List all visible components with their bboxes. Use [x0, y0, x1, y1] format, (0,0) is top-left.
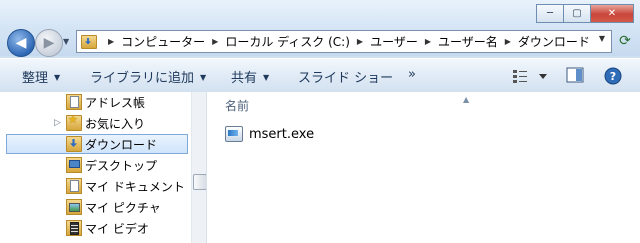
tree-item-pictures[interactable]: マイ ピクチャ: [0, 197, 191, 217]
tree-item-videos[interactable]: マイ ビデオ: [0, 218, 191, 238]
view-options-button[interactable]: [512, 69, 552, 86]
column-header-label: 名前: [225, 99, 250, 113]
tree-item-desktop[interactable]: デスクトップ: [0, 155, 191, 175]
tree-item-label: デスクトップ: [85, 158, 158, 173]
refresh-icon: ⟳: [619, 32, 631, 49]
breadcrumb-username[interactable]: ユーザー名: [438, 33, 498, 50]
scrollbar-thumb[interactable]: [193, 174, 207, 190]
tree-item-label: マイ ピクチャ: [85, 200, 161, 215]
breadcrumb-downloads[interactable]: ダウンロード: [518, 33, 590, 50]
refresh-button[interactable]: ⟳: [614, 30, 636, 51]
desktop-folder-icon: [66, 157, 82, 173]
tree-item-documents[interactable]: マイ ドキュメント: [0, 176, 191, 196]
address-book-icon: [66, 94, 82, 110]
file-list: 名前 ▲ msert.exe: [207, 92, 640, 243]
pictures-folder-icon: [66, 199, 82, 215]
exe-file-icon: [225, 126, 243, 142]
breadcrumb-local-disk[interactable]: ローカル ディスク (C:): [225, 33, 350, 50]
tree-item-favorites[interactable]: ▷ お気に入り: [0, 113, 191, 133]
documents-folder-icon: [66, 178, 82, 194]
favorites-icon: [66, 113, 82, 131]
view-list-icon: [513, 70, 547, 83]
file-name: msert.exe: [249, 126, 315, 142]
preview-pane-icon: [566, 67, 584, 83]
window-controls: ─ ▢ ✕: [536, 4, 634, 23]
address-dropdown-icon[interactable]: ▼: [599, 34, 605, 43]
tree-item-address-book[interactable]: アドレス帳: [0, 92, 191, 112]
explorer-window: ─ ▢ ✕ ◀ ▶ ▼ ▶ コンピューター ▶ ローカル ディスク (C:) ▶…: [0, 0, 640, 243]
slideshow-label: スライド ショー: [298, 71, 394, 86]
tree-item-label: ダウンロード: [85, 137, 158, 152]
chevron-down-icon: ▼: [263, 73, 270, 82]
tree-item-label: お気に入り: [85, 116, 146, 131]
recent-pages-dropdown-icon[interactable]: ▼: [63, 37, 69, 46]
help-button[interactable]: ?: [604, 67, 622, 88]
organize-label: 整理: [22, 71, 49, 86]
breadcrumb-separator-icon[interactable]: ▶: [212, 37, 218, 46]
breadcrumb-separator-icon[interactable]: ▶: [357, 37, 363, 46]
organize-button[interactable]: 整理 ▼: [22, 67, 60, 86]
navigation-scrollbar[interactable]: [191, 92, 207, 243]
expand-arrow-icon[interactable]: ▷: [54, 118, 61, 128]
maximize-button[interactable]: ▢: [563, 4, 591, 23]
slideshow-button[interactable]: スライド ショー: [298, 67, 393, 86]
videos-folder-icon: [66, 220, 82, 236]
more-commands-button[interactable]: »: [408, 67, 416, 82]
address-bar[interactable]: ▶ コンピューター ▶ ローカル ディスク (C:) ▶ ユーザー ▶ ユーザー…: [76, 30, 612, 53]
back-arrow-icon: ◀: [15, 35, 27, 51]
breadcrumb-computer[interactable]: コンピューター: [121, 33, 205, 50]
add-to-library-label: ライブラリに追加: [90, 71, 195, 86]
downloads-folder-icon: [66, 136, 82, 152]
breadcrumb-users[interactable]: ユーザー: [370, 33, 418, 50]
preview-pane-button[interactable]: [566, 67, 584, 86]
close-button[interactable]: ✕: [590, 4, 634, 23]
add-to-library-button[interactable]: ライブラリに追加 ▼: [90, 67, 206, 86]
breadcrumb-separator-icon[interactable]: ▶: [108, 37, 114, 46]
sort-ascending-icon: ▲: [463, 95, 470, 104]
downloads-folder-icon: [81, 34, 97, 49]
file-item[interactable]: msert.exe: [225, 125, 314, 143]
title-bar: ─ ▢ ✕ ◀ ▶ ▼ ▶ コンピューター ▶ ローカル ディスク (C:) ▶…: [0, 0, 640, 57]
share-label: 共有: [231, 71, 258, 86]
forward-button[interactable]: ▶: [35, 29, 63, 57]
minimize-button[interactable]: ─: [536, 4, 564, 23]
back-button[interactable]: ◀: [7, 29, 35, 57]
share-button[interactable]: 共有 ▼: [231, 67, 269, 86]
navigation-pane: アドレス帳 ▷ お気に入り ダウンロード デスクトップ マイ ドキュメント マイ…: [0, 92, 206, 243]
forward-arrow-icon: ▶: [43, 35, 55, 51]
breadcrumb: ▶ コンピューター ▶ ローカル ディスク (C:) ▶ ユーザー ▶ ユーザー…: [101, 33, 590, 50]
column-header-name[interactable]: 名前 ▲: [225, 95, 469, 114]
breadcrumb-separator-icon[interactable]: ▶: [425, 37, 431, 46]
command-bar: 整理 ▼ ライブラリに追加 ▼ 共有 ▼ スライド ショー » ?: [0, 58, 640, 93]
help-icon: ?: [604, 67, 622, 85]
tree-item-label: マイ ビデオ: [85, 221, 149, 236]
tree-item-label: マイ ドキュメント: [85, 179, 185, 194]
chevron-down-icon: ▼: [200, 73, 207, 82]
svg-text:?: ?: [610, 70, 616, 83]
chevron-down-icon: ▼: [54, 73, 61, 82]
breadcrumb-separator-icon[interactable]: ▶: [505, 37, 511, 46]
tree-item-label: アドレス帳: [85, 95, 146, 110]
tree-item-downloads[interactable]: ダウンロード: [6, 134, 188, 154]
